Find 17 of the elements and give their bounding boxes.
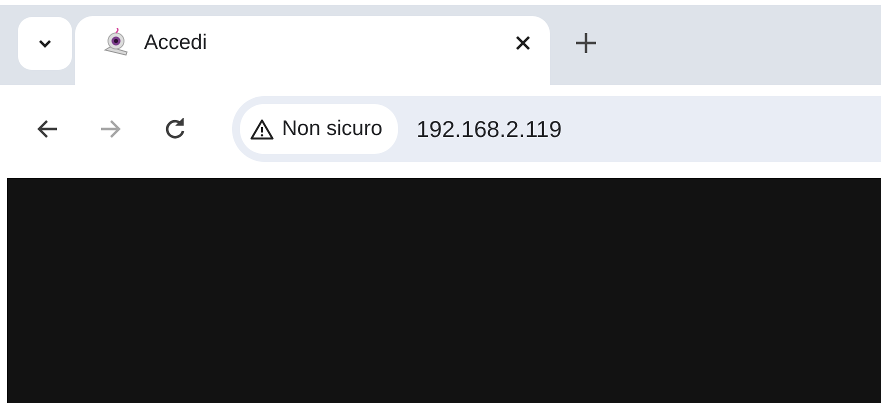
security-chip[interactable]: Non sicuro xyxy=(240,104,398,154)
forward-arrow-icon xyxy=(100,118,122,140)
browser-tab[interactable]: Accedi xyxy=(75,16,550,85)
new-tab-button[interactable] xyxy=(576,33,596,53)
webcam-icon xyxy=(102,28,130,58)
reload-icon xyxy=(164,118,186,140)
tab-title: Accedi xyxy=(144,30,208,56)
reload-button[interactable] xyxy=(164,118,186,140)
close-tab-button[interactable] xyxy=(516,36,530,50)
url-text: 192.168.2.119 xyxy=(416,114,562,144)
back-arrow-icon xyxy=(36,118,58,140)
close-icon xyxy=(516,36,530,50)
address-bar[interactable]: Non sicuro 192.168.2.119 xyxy=(232,96,881,162)
plus-icon xyxy=(576,33,596,53)
chevron-down-icon xyxy=(38,39,52,48)
warning-icon xyxy=(250,118,274,140)
back-button[interactable] xyxy=(36,118,58,140)
